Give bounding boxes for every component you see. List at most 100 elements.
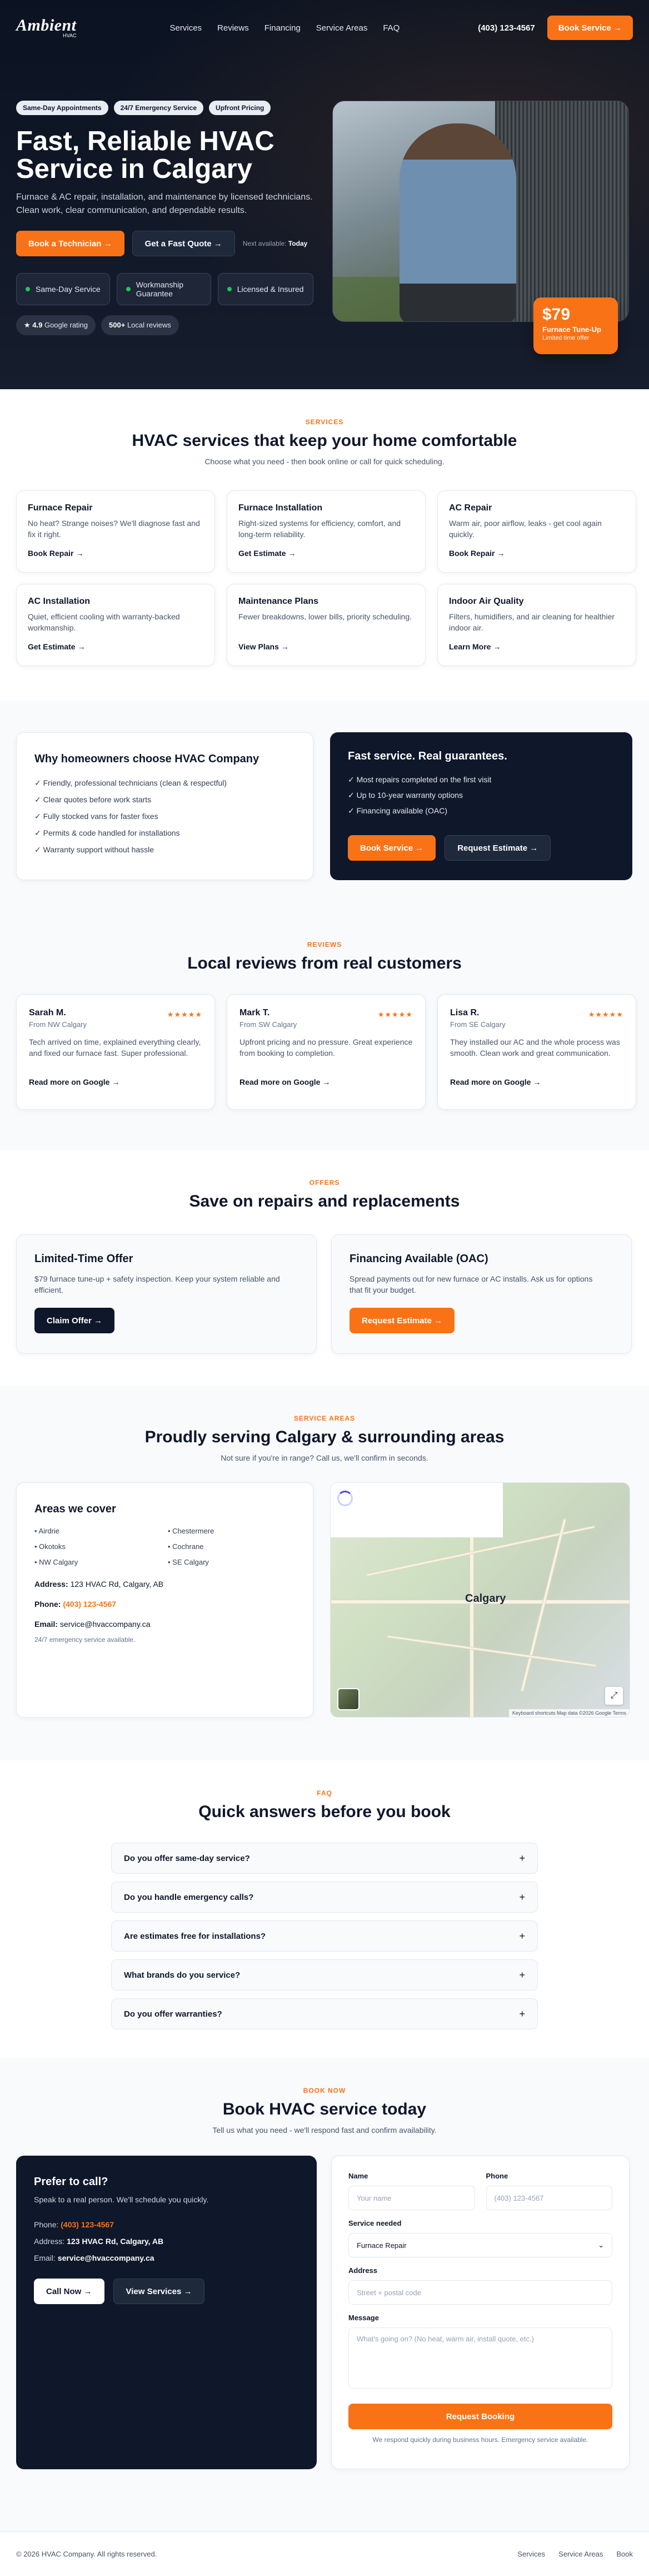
book-technician-button[interactable]: Book a Technician → (16, 231, 124, 256)
service-link[interactable]: Book Repair → (449, 549, 505, 558)
faq-section: FAQ Quick answers before you book Do you… (0, 1760, 649, 2058)
reviews-label: Local reviews (127, 321, 171, 329)
service-title: Furnace Repair (28, 503, 93, 513)
book-service-button[interactable]: Book Service → (348, 835, 436, 861)
request-estimate-button[interactable]: Request Estimate → (445, 835, 551, 861)
service-link[interactable]: Book Repair → (28, 549, 83, 558)
faq-item[interactable]: What brands do you service? + (111, 1959, 538, 1991)
nav-link-reviews[interactable]: Reviews (217, 23, 249, 33)
nav-link-financing[interactable]: Financing (264, 23, 301, 33)
nav-link-faq[interactable]: FAQ (383, 23, 400, 33)
booking-section: BOOK NOW Book HVAC service today Tell us… (0, 2058, 649, 2532)
review-text: They installed our AC and the whole proc… (450, 1038, 620, 1058)
fast-quote-button[interactable]: Get a Fast Quote → (132, 231, 235, 256)
feature-label: Licensed & Insured (237, 285, 304, 294)
address-value: 123 HVAC Rd, Calgary, AB (70, 1580, 164, 1589)
map-city-label: Calgary (465, 1592, 506, 1605)
service-area-map[interactable]: Calgary ⤢ Keyboard shortcuts Map data ©2… (330, 1482, 630, 1718)
service-title: AC Repair (449, 503, 492, 513)
guarantee-title: Fast service. Real guarantees. (348, 750, 507, 762)
hero-pills: Same-Day Appointments 24/7 Emergency Ser… (16, 101, 327, 115)
guarantee-list: ✓ Most repairs completed on the first vi… (348, 772, 615, 818)
service-link[interactable]: Get Estimate → (238, 549, 296, 558)
fullscreen-icon[interactable]: ⤢ (605, 1687, 623, 1705)
offers-section: OFFERS Save on repairs and replacements … (0, 1150, 649, 1386)
request-estimate-button[interactable]: Request Estimate → (350, 1308, 455, 1333)
service-select[interactable]: Furnace Repair ⌄ (348, 2233, 612, 2257)
area-item: • Airdrie (34, 1527, 60, 1535)
plus-icon: + (519, 1969, 525, 1981)
reviewer-location: From SE Calgary (450, 1020, 506, 1029)
request-booking-button[interactable]: Request Booking (348, 2404, 612, 2429)
faq-item[interactable]: Do you offer same-day service? + (111, 1843, 538, 1874)
footer-link-book[interactable]: Book (616, 2550, 633, 2558)
service-label: Service needed (348, 2219, 402, 2227)
section-eyebrow: OFFERS (309, 1179, 340, 1187)
feature-label: Workmanship Guarantee (136, 280, 184, 298)
nav-links: Services Reviews Financing Service Areas… (170, 23, 400, 33)
area-item: • Chestermere (168, 1527, 214, 1535)
service-desc: Warm air, poor airflow, leaks - get cool… (449, 519, 602, 539)
star-rating-icon: ★★★★★ (588, 1010, 623, 1019)
area-item: • Cochrane (168, 1542, 204, 1551)
nav-phone-link[interactable]: (403) 123-4567 (478, 23, 535, 33)
reviewer-location: From NW Calgary (29, 1020, 87, 1029)
why-wrap: Why homeowners choose HVAC Company ✓ Fri… (16, 732, 649, 880)
area-item: • NW Calgary (34, 1558, 78, 1566)
email-link[interactable]: service@hvaccompany.ca (60, 1620, 151, 1629)
nav-link-services[interactable]: Services (170, 23, 202, 33)
logo-wordmark: Ambient (16, 16, 77, 34)
faq-question: What brands do you service? (124, 1970, 241, 1980)
address-value: 123 HVAC Rd, Calgary, AB (67, 2237, 164, 2246)
guarantee-item: ✓ Up to 10-year warranty options (348, 791, 463, 800)
faq-item[interactable]: Are estimates free for installations? + (111, 1920, 538, 1952)
claim-offer-button[interactable]: Claim Offer → (34, 1308, 115, 1333)
email-link[interactable]: service@hvaccompany.ca (58, 2254, 154, 2262)
why-section: Why homeowners choose HVAC Company ✓ Fri… (0, 701, 649, 912)
name-label: Name (348, 2172, 368, 2180)
phone-link[interactable]: (403) 123-4567 (61, 2220, 114, 2229)
view-services-button[interactable]: View Services → (113, 2279, 205, 2304)
read-more-google-link[interactable]: Read more on Google → (450, 1078, 541, 1086)
section-title: Book HVAC service today (222, 2100, 427, 2118)
nav-book-service-button[interactable]: Book Service → (547, 16, 633, 40)
call-phone-line: Phone: (403) 123-4567 (34, 2216, 299, 2233)
footer-link-service-areas[interactable]: Service Areas (558, 2550, 603, 2558)
plus-icon: + (519, 1930, 525, 1942)
read-more-google-link[interactable]: Read more on Google → (239, 1078, 330, 1086)
call-email-line: Email: service@hvaccompany.ca (34, 2250, 299, 2266)
promo-price: $79 (542, 305, 571, 324)
offer-card: Limited-Time Offer $79 furnace tune-up +… (16, 1234, 317, 1354)
service-link[interactable]: Get Estimate → (28, 642, 85, 651)
service-link[interactable]: Learn More → (449, 642, 501, 651)
feature-guarantee: Workmanship Guarantee (116, 273, 211, 305)
service-desc: Quiet, efficient cooling with warranty-b… (28, 612, 180, 632)
why-card: Why homeowners choose HVAC Company ✓ Fri… (16, 732, 313, 880)
message-textarea[interactable] (348, 2327, 612, 2389)
nav-link-service-areas[interactable]: Service Areas (316, 23, 368, 33)
footer-link-services[interactable]: Services (517, 2550, 545, 2558)
logo[interactable]: Ambient HVAC (16, 16, 77, 39)
call-now-button[interactable]: Call Now → (34, 2279, 104, 2304)
review-text: Upfront pricing and no pressure. Great e… (239, 1038, 413, 1058)
email-label: Email: (34, 1620, 58, 1629)
hero-subtitle: Furnace & AC repair, installation, and m… (16, 192, 313, 215)
name-input[interactable] (348, 2186, 475, 2210)
faq-item[interactable]: Do you handle emergency calls? + (111, 1882, 538, 1913)
faq-item[interactable]: Do you offer warranties? + (111, 1998, 538, 2029)
phone-input[interactable] (486, 2186, 612, 2210)
feature-label: Same-Day Service (36, 285, 101, 294)
booking-wrap: Prefer to call? Speak to a real person. … (16, 2156, 649, 2469)
service-link[interactable]: View Plans → (238, 642, 289, 651)
service-desc: Fewer breakdowns, lower bills, priority … (238, 612, 412, 621)
read-more-google-link[interactable]: Read more on Google → (29, 1078, 119, 1086)
phone-label: Phone: (34, 2220, 59, 2229)
address-input[interactable] (348, 2280, 612, 2305)
area-item: • SE Calgary (168, 1558, 209, 1566)
phone-group: Phone (486, 2172, 612, 2210)
guarantee-item: ✓ Most repairs completed on the first vi… (348, 775, 492, 784)
map-layer-toggle[interactable] (337, 1688, 360, 1710)
promo-price-card[interactable]: $79 Furnace Tune-Up Limited time offer (533, 297, 618, 354)
phone-link[interactable]: (403) 123-4567 (63, 1600, 116, 1609)
name-group: Name (348, 2172, 475, 2210)
